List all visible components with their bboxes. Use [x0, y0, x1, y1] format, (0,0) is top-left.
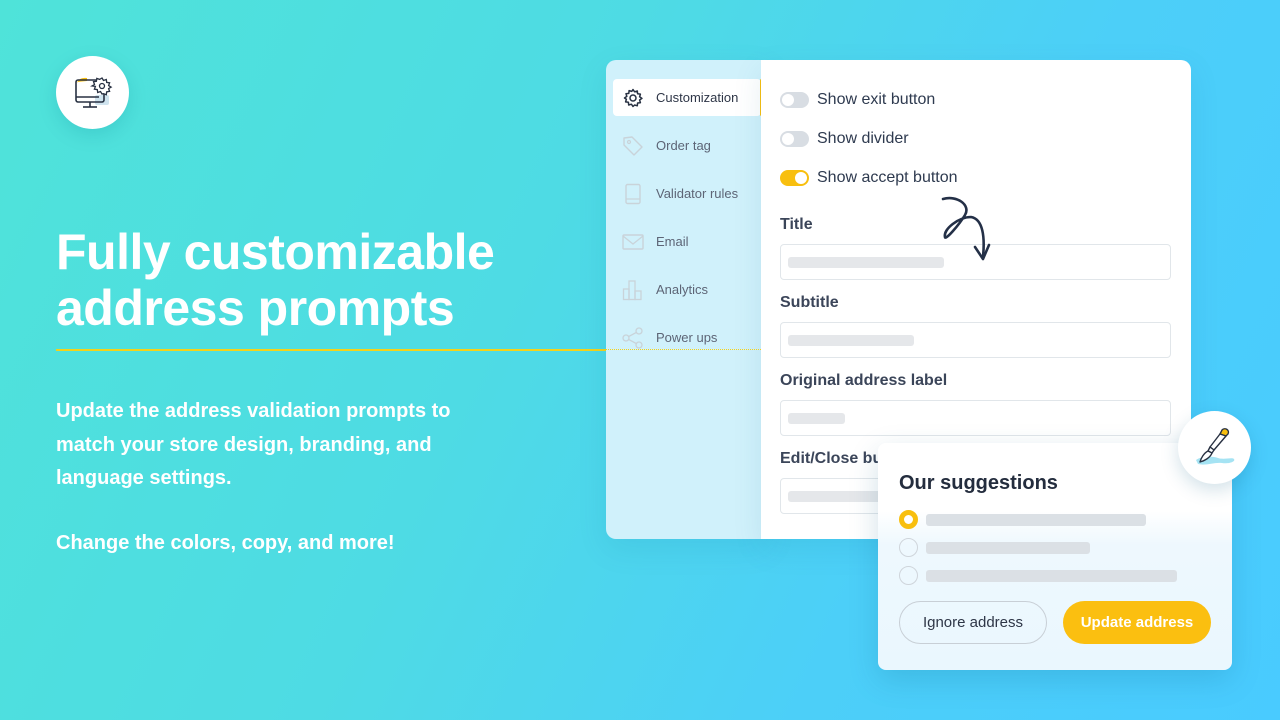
suggestion-line-2	[926, 542, 1090, 554]
sidebar-item-validator-rules[interactable]: Validator rules	[613, 175, 761, 212]
sidebar-item-label: Customization	[656, 90, 739, 105]
sidebar-item-order-tag[interactable]: Order tag	[613, 127, 761, 164]
ignore-address-button[interactable]: Ignore address	[899, 601, 1047, 644]
suggestions-title: Our suggestions	[899, 472, 1058, 494]
share-icon	[622, 326, 644, 349]
settings-sidebar: Customization Order tag Validator rules …	[606, 60, 768, 539]
bar-chart-icon	[622, 279, 644, 301]
toggle-switch-on[interactable]	[780, 170, 809, 186]
sidebar-item-label: Analytics	[656, 282, 709, 297]
headline-divider-dotted	[606, 349, 761, 350]
headline-line-1: Fully customizable	[56, 224, 495, 280]
tag-icon	[622, 135, 644, 157]
sidebar-item-power-ups[interactable]: Power ups	[613, 319, 761, 356]
subtitle-label: Subtitle	[780, 294, 839, 311]
update-address-button[interactable]: Update address	[1063, 601, 1211, 644]
placeholder-bar	[788, 413, 845, 424]
placeholder-bar	[788, 335, 914, 346]
paintbrush-icon	[1178, 411, 1251, 484]
sidebar-item-label: Email	[656, 234, 689, 249]
toggle-show-exit-button[interactable]: Show exit button	[780, 91, 935, 109]
monitor-gear-icon	[56, 56, 129, 129]
suggestions-card: Our suggestions Ignore address Update ad…	[878, 443, 1232, 670]
suggestion-radio-1[interactable]	[899, 510, 918, 529]
subtitle-input[interactable]	[780, 322, 1171, 358]
suggestion-radio-3[interactable]	[899, 566, 918, 585]
placeholder-bar	[788, 491, 888, 502]
placeholder-bar	[788, 257, 944, 268]
suggestion-line-1	[926, 514, 1146, 526]
toggle-label: Show exit button	[817, 91, 936, 108]
curly-arrow-icon	[941, 196, 991, 261]
original-address-label: Original address label	[780, 372, 948, 389]
headline-line-2: address prompts	[56, 280, 455, 336]
toggle-show-accept-button[interactable]: Show accept button	[780, 169, 958, 187]
sidebar-item-email[interactable]: Email	[613, 223, 761, 260]
description-line-2: match your store design, branding, and	[56, 433, 432, 456]
toggle-switch-off[interactable]	[780, 92, 809, 108]
gear-icon	[622, 87, 644, 109]
book-icon	[622, 183, 644, 205]
toggle-label: Show divider	[817, 130, 909, 147]
toggle-switch-off[interactable]	[780, 131, 809, 147]
title-label: Title	[780, 216, 813, 233]
suggestion-radio-2[interactable]	[899, 538, 918, 557]
envelope-icon	[622, 231, 644, 253]
sidebar-item-customization[interactable]: Customization	[613, 79, 763, 116]
suggestion-line-3	[926, 570, 1177, 582]
description-line-1: Update the address validation prompts to	[56, 400, 451, 422]
sidebar-item-analytics[interactable]: Analytics	[613, 271, 761, 308]
sidebar-item-label: Power ups	[656, 330, 718, 345]
description: Update the address validation prompts to…	[56, 395, 526, 496]
cta-text: Change the colors, copy, and more!	[56, 532, 395, 554]
description-line-3: language settings.	[56, 467, 232, 489]
page-headline: Fully customizable address prompts	[56, 224, 616, 336]
sidebar-item-label: Validator rules	[656, 186, 739, 201]
sidebar-item-label: Order tag	[656, 138, 711, 153]
headline-divider	[56, 349, 606, 351]
toggle-show-divider[interactable]: Show divider	[780, 130, 909, 148]
toggle-label: Show accept button	[817, 169, 958, 186]
original-address-input[interactable]	[780, 400, 1171, 436]
